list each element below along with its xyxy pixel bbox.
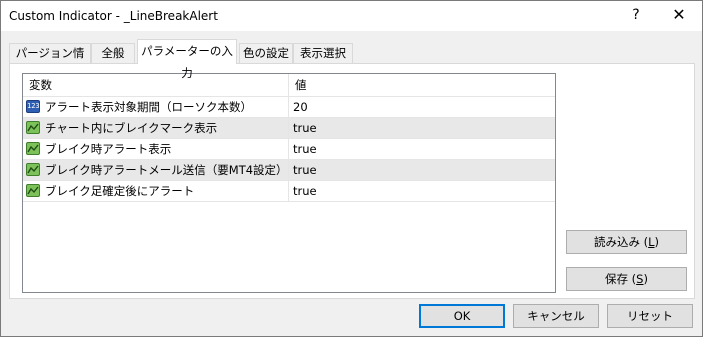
- variable-name: アラート表示対象期間（ローソク本数）: [45, 100, 252, 114]
- table-row[interactable]: ブレイク時アラート表示 true: [23, 139, 555, 160]
- column-divider: [288, 181, 289, 201]
- table-row[interactable]: ブレイク時アラートメール送信（要MT4設定） true: [23, 160, 555, 181]
- parameters-table: 変数 値 123 アラート表示対象期間（ローソク本数） 20 チャート内にブレイ…: [22, 73, 556, 293]
- number-icon: 123: [26, 100, 40, 113]
- header-divider: [288, 74, 289, 96]
- save-button-label-end: ): [643, 272, 648, 286]
- variable-value[interactable]: true: [293, 160, 317, 180]
- variable-value[interactable]: true: [293, 181, 317, 201]
- variable-name: チャート内にブレイクマーク表示: [45, 121, 218, 135]
- header-variable[interactable]: 変数: [29, 74, 52, 96]
- save-button-label: 保存 (: [605, 272, 637, 286]
- tab-general[interactable]: 全般: [91, 43, 135, 63]
- boolean-icon: [26, 142, 40, 155]
- tab-parameters[interactable]: パラメーターの入力: [137, 39, 237, 80]
- reset-button[interactable]: リセット: [607, 304, 693, 328]
- column-divider: [288, 160, 289, 180]
- table-row[interactable]: 123 アラート表示対象期間（ローソク本数） 20: [23, 97, 555, 118]
- table-row[interactable]: ブレイク足確定後にアラート true: [23, 181, 555, 202]
- boolean-icon: [26, 184, 40, 197]
- column-divider: [288, 97, 289, 117]
- boolean-icon: [26, 163, 40, 176]
- variable-value[interactable]: true: [293, 118, 317, 138]
- load-button-label-end: ): [654, 235, 660, 249]
- table-header: 変数 値: [23, 74, 555, 97]
- tab-version-info[interactable]: パージョン情報: [9, 43, 91, 78]
- column-divider: [288, 139, 289, 159]
- variable-name: ブレイク時アラートメール送信（要MT4設定）: [45, 163, 288, 177]
- title-bar: Custom Indicator - _LineBreakAlert ? ✕: [1, 1, 702, 31]
- variable-value[interactable]: 20: [293, 97, 308, 117]
- variable-name: ブレイク時アラート表示: [45, 142, 172, 156]
- header-value[interactable]: 値: [295, 74, 307, 96]
- variable-value[interactable]: true: [293, 139, 317, 159]
- window-title: Custom Indicator - _LineBreakAlert: [9, 9, 218, 23]
- cancel-button[interactable]: キャンセル: [513, 304, 599, 328]
- close-button[interactable]: ✕: [667, 5, 691, 24]
- boolean-icon: [26, 121, 40, 134]
- dialog-window: Custom Indicator - _LineBreakAlert ? ✕ パ…: [0, 0, 703, 337]
- load-button-label: 読み込み (: [593, 235, 649, 249]
- save-button[interactable]: 保存 (S): [566, 267, 687, 291]
- tab-visualization[interactable]: 表示選択: [293, 43, 353, 63]
- table-row[interactable]: チャート内にブレイクマーク表示 true: [23, 118, 555, 139]
- help-button[interactable]: ?: [624, 7, 648, 23]
- variable-name: ブレイク足確定後にアラート: [45, 184, 195, 198]
- ok-button[interactable]: OK: [419, 304, 505, 328]
- tab-colors[interactable]: 色の設定: [239, 43, 293, 63]
- column-divider: [288, 118, 289, 138]
- load-button[interactable]: 読み込み (L): [566, 230, 687, 254]
